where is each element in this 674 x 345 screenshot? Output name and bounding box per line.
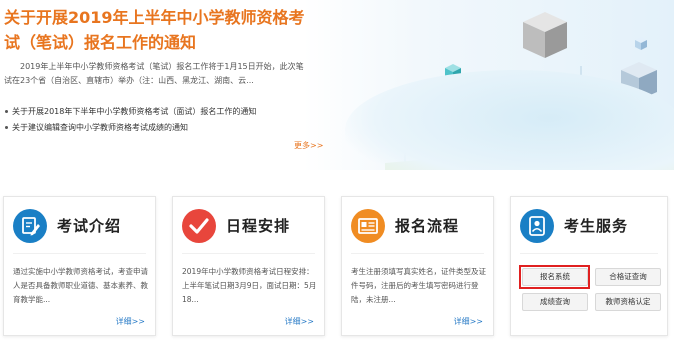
card-divider <box>182 253 315 254</box>
news-item[interactable]: 关于建议编辑查询中小学教师资格考试成绩的通知 <box>4 120 304 136</box>
news-item-label: 关于建议编辑查询中小学教师资格考试成绩的通知 <box>12 123 188 132</box>
card-title[interactable]: 考试介绍 <box>57 215 121 236</box>
card-divider <box>520 253 658 254</box>
registration-form-icon <box>351 209 385 243</box>
page: 关于开展2019年上半年中小学教师资格考试（笔试）报名工作的通知 2019年上半… <box>0 0 674 345</box>
bullet-icon <box>5 125 8 129</box>
registration-system-button[interactable]: 报名系统 <box>522 268 588 286</box>
card-title[interactable]: 考生服务 <box>564 215 628 236</box>
card-detail-link[interactable]: 详细>> <box>285 316 314 327</box>
banner-summary: 2019年上半年中小学教师资格考试（笔试）报名工作将于1月15日开始，此次笔试在… <box>4 62 304 85</box>
card-schedule: 日程安排 2019年中小学教师资格考试日程安排：上半年笔试日期3月9日，面试日期… <box>172 196 325 336</box>
card-title[interactable]: 日程安排 <box>226 215 290 236</box>
card-divider <box>351 253 484 254</box>
edit-document-icon <box>13 209 47 243</box>
card-exam-intro: 考试介绍 通过实施中小学教师资格考试，考查申请人是否具备教师职业道德、基本素养、… <box>3 196 156 336</box>
card-header: 报名流程 <box>342 197 493 253</box>
card-candidate-services: 考生服务 报名系统 合格证查询 成绩查询 教师资格认定 <box>510 196 668 336</box>
card-header: 考试介绍 <box>4 197 155 253</box>
card-header: 考生服务 <box>511 197 667 253</box>
id-card-icon <box>520 209 554 243</box>
card-header: 日程安排 <box>173 197 324 253</box>
checkmark-icon <box>182 209 216 243</box>
news-item-label: 关于开展2018年下半年中小学教师资格考试（面试）报名工作的通知 <box>12 107 257 116</box>
news-item[interactable]: 关于开展2018年下半年中小学教师资格考试（面试）报名工作的通知 <box>4 104 304 120</box>
news-list: 关于开展2018年下半年中小学教师资格考试（面试）报名工作的通知 关于建议编辑查… <box>4 104 304 136</box>
city-skyline-illustration <box>305 0 674 170</box>
bullet-icon <box>5 109 8 113</box>
card-title[interactable]: 报名流程 <box>395 215 459 236</box>
card-description: 2019年中小学教师资格考试日程安排：上半年笔试日期3月9日，面试日期：5月18… <box>182 267 317 304</box>
news-banner: 关于开展2019年上半年中小学教师资格考试（笔试）报名工作的通知 2019年上半… <box>0 0 674 170</box>
card-registration-process: 报名流程 考生注册须填写真实姓名，证件类型及证件号码，注册后的考生填写密码进行登… <box>341 196 494 336</box>
card-detail-link[interactable]: 详细>> <box>116 316 145 327</box>
teacher-certification-button[interactable]: 教师资格认定 <box>595 293 661 311</box>
card-description: 通过实施中小学教师资格考试，考查申请人是否具备教师职业道德、基本素养、教育教学能… <box>13 267 148 304</box>
banner-headline-link[interactable]: 关于开展2019年上半年中小学教师资格考试（笔试）报名工作的通知 <box>4 5 309 55</box>
card-detail-link[interactable]: 详细>> <box>454 316 483 327</box>
score-query-button[interactable]: 成绩查询 <box>522 293 588 311</box>
card-description: 考生注册须填写真实姓名，证件类型及证件号码，注册后的考生填写密码进行登陆，未注册… <box>351 267 486 304</box>
card-divider <box>13 253 146 254</box>
certificate-query-button[interactable]: 合格证查询 <box>595 268 661 286</box>
